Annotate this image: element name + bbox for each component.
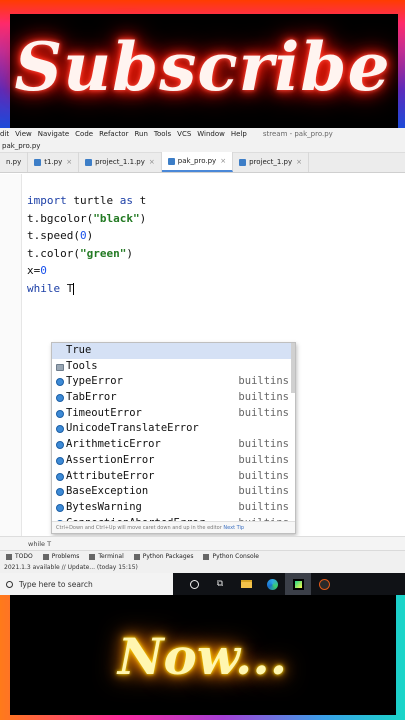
menu-navigate[interactable]: Navigate (38, 130, 69, 138)
now-banner: Now... (0, 595, 405, 720)
close-icon[interactable]: × (296, 158, 302, 166)
class-icon (56, 441, 64, 450)
app-icon (318, 578, 330, 590)
subscribe-banner: Subscribe (0, 0, 405, 128)
tab-file[interactable]: n.py (0, 152, 29, 172)
completion-item[interactable]: ArithmeticError builtins (52, 437, 295, 453)
class-icon (56, 394, 64, 403)
python-file-icon (239, 158, 247, 166)
context-breadcrumb: while T (0, 536, 405, 550)
text-caret (73, 282, 75, 295)
pycharm-button[interactable] (285, 573, 311, 595)
tab-file[interactable]: t1.py × (28, 152, 80, 172)
class-icon (56, 456, 64, 465)
class-icon (56, 472, 64, 481)
tool-python-console[interactable]: Python Console (203, 553, 259, 560)
menu-run[interactable]: Run (134, 130, 147, 138)
subscribe-text: Subscribe (14, 28, 391, 106)
completion-item[interactable]: TimeoutError builtins (52, 406, 295, 422)
windows-taskbar: Type here to search ⧉ (0, 573, 405, 595)
class-icon (56, 425, 64, 434)
code-editor[interactable]: import turtle as t t.bgcolor("black") t.… (0, 174, 405, 536)
autocomplete-popup[interactable]: True Tools TypeError builtins TabError bui… (51, 342, 296, 534)
folder-icon (56, 363, 64, 371)
cortana-button[interactable] (181, 573, 207, 595)
class-icon (56, 488, 64, 497)
completion-item[interactable]: Tools (52, 359, 295, 375)
cortana-icon (189, 579, 199, 589)
completion-item[interactable]: UnicodeTranslateError (52, 421, 295, 437)
search-placeholder: Type here to search (19, 579, 93, 589)
warning-icon (42, 553, 49, 560)
close-icon[interactable]: × (149, 158, 155, 166)
class-icon (56, 503, 64, 512)
menu-edit[interactable]: dit (0, 130, 9, 138)
now-text: Now... (117, 627, 288, 686)
edge-browser-icon (266, 578, 278, 590)
breadcrumb-file[interactable]: pak_pro.py (2, 142, 40, 150)
popup-scrollbar[interactable] (291, 343, 295, 393)
editor-tabs: n.py t1.py × project_1.1.py × pak_pro.py × … (0, 152, 405, 173)
code-line: t.color("green") (27, 246, 133, 260)
menu-vcs[interactable]: VCS (177, 130, 191, 138)
edge-button[interactable] (259, 573, 285, 595)
close-icon[interactable]: × (66, 158, 72, 166)
completion-item[interactable]: TypeError builtins (52, 374, 295, 390)
file-explorer-button[interactable] (233, 573, 259, 595)
console-icon (203, 553, 210, 560)
terminal-icon (89, 553, 96, 560)
search-icon (6, 580, 13, 588)
completion-item[interactable]: True (52, 343, 295, 359)
next-tip-link[interactable]: Next Tip (223, 525, 244, 531)
tool-todo[interactable]: TODO (6, 553, 33, 560)
python-file-icon (34, 158, 42, 166)
app-button[interactable] (311, 573, 337, 595)
window-title: stream - pak_pro.py (262, 130, 333, 138)
completion-item[interactable]: AttributeError builtins (52, 469, 295, 485)
menu-bar: dit View Navigate Code Refactor Run Tool… (0, 128, 405, 140)
pycharm-window: dit View Navigate Code Refactor Run Tool… (0, 128, 405, 573)
tool-window-bar: TODO Problems Terminal Python Packages P… (0, 550, 405, 562)
class-icon (56, 378, 64, 387)
taskbar-search-box[interactable]: Type here to search (0, 573, 173, 595)
completion-item[interactable]: AssertionError builtins (52, 453, 295, 469)
completion-hint: Ctrl+Down and Ctrl+Up will move caret do… (52, 521, 295, 533)
code-line: t.speed(0) (27, 229, 94, 243)
task-view-button[interactable]: ⧉ (207, 573, 233, 595)
code-line: t.bgcolor("black") (27, 211, 147, 225)
code-line: import turtle as t (27, 194, 147, 207)
code-line-current: while T (27, 281, 75, 295)
tool-problems[interactable]: Problems (42, 553, 79, 560)
taskbar-apps: ⧉ (181, 573, 337, 595)
list-icon (6, 553, 12, 560)
menu-help[interactable]: Help (231, 130, 247, 138)
python-file-icon (85, 158, 93, 166)
tool-python-packages[interactable]: Python Packages (133, 553, 193, 560)
package-icon (133, 553, 140, 560)
pycharm-icon (292, 578, 304, 590)
menu-code[interactable]: Code (75, 130, 93, 138)
completion-item[interactable]: TabError builtins (52, 390, 295, 406)
menu-tools[interactable]: Tools (154, 130, 171, 138)
code-text[interactable]: import turtle as t t.bgcolor("black") t.… (27, 192, 146, 298)
python-file-icon (167, 157, 175, 165)
menu-view[interactable]: View (15, 130, 32, 138)
task-view-icon: ⧉ (216, 579, 224, 589)
code-line: x=0 (27, 264, 47, 278)
line-gutter (0, 174, 22, 536)
menu-refactor[interactable]: Refactor (99, 130, 128, 138)
update-notification[interactable]: 2021.1.3 available // Update... (today 1… (0, 562, 405, 573)
completion-item[interactable]: BaseException builtins (52, 484, 295, 500)
folder-icon (240, 580, 252, 588)
menu-window[interactable]: Window (197, 130, 225, 138)
class-icon (56, 409, 64, 418)
tool-terminal[interactable]: Terminal (89, 553, 124, 560)
close-icon[interactable]: × (220, 157, 226, 165)
tab-file[interactable]: project_1.py × (233, 152, 310, 172)
completion-item[interactable]: BytesWarning builtins (52, 500, 295, 516)
tab-file[interactable]: project_1.1.py × (79, 152, 162, 172)
tab-file-active[interactable]: pak_pro.py × (161, 152, 234, 172)
